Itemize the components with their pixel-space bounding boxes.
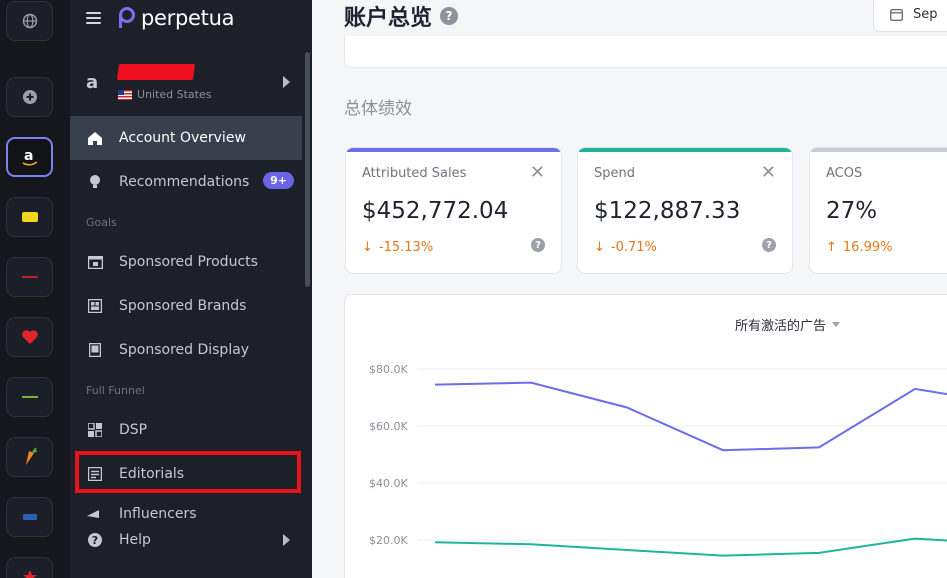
metric-card-attributed-sales[interactable]: Attributed Sales ✕ $452,772.04 ↓ -15.13%… [345, 147, 562, 274]
sidebar-item-label: Help [119, 532, 151, 548]
carrot-icon[interactable] [6, 437, 53, 477]
account-name-redacted [116, 64, 196, 80]
arrow-down-icon: ↓ [594, 240, 605, 255]
app-rail: a [0, 0, 70, 578]
sidebar-item-sponsored-display[interactable]: Sponsored Display [70, 328, 302, 372]
dsp-icon [87, 422, 103, 438]
tag-icon[interactable] [6, 197, 53, 237]
app-green-icon[interactable] [6, 377, 53, 417]
sidebar-item-sponsored-brands[interactable]: Sponsored Brands [70, 284, 302, 328]
main-content: 账户总览 ? Sep 总体绩效 Attributed Sales ✕ $452,… [312, 0, 947, 578]
metric-change: ↓ -15.13% [362, 240, 433, 255]
region-label: United States [137, 88, 212, 101]
influencers-icon [87, 506, 103, 518]
metric-change-value: 16.99% [842, 240, 893, 255]
date-range-button[interactable]: Sep [873, 0, 947, 32]
metric-title: Spend [594, 166, 635, 181]
sidebar-item-label: Sponsored Products [119, 254, 258, 270]
add-icon[interactable] [6, 77, 53, 117]
sidebar-item-recommendations[interactable]: Recommendations 9+ [70, 160, 302, 204]
metric-card-acos[interactable]: ACOS 27% ↑ 16.99% [809, 147, 947, 274]
help-icon[interactable]: ? [440, 7, 459, 25]
close-icon[interactable]: ✕ [530, 164, 545, 182]
chevron-right-icon [283, 534, 290, 546]
sidebar-item-account-overview[interactable]: Account Overview [70, 116, 302, 160]
performance-line-chart: $20.0K $40.0K $60.0K $80.0K [369, 363, 947, 557]
metric-title: ACOS [826, 166, 863, 181]
date-range-label: Sep [913, 6, 938, 22]
sidebar-item-label: Recommendations [119, 174, 250, 190]
close-icon[interactable]: ✕ [761, 164, 776, 182]
series-line-1 [434, 537, 947, 557]
metric-color-bar [346, 148, 561, 152]
metric-change: ↓ -0.71% [594, 240, 657, 255]
logo: perpetua [86, 6, 234, 30]
sidebar-scrollbar[interactable] [305, 52, 310, 287]
y-tick-label: $80.0K [369, 363, 408, 376]
perpetua-logo-icon [119, 7, 135, 28]
globe-icon[interactable] [6, 1, 53, 41]
metric-value: $452,772.04 [362, 198, 509, 224]
help-icon[interactable]: ? [531, 238, 545, 252]
logo-text: perpetua [141, 6, 235, 30]
y-tick-label: $20.0K [369, 534, 408, 547]
home-icon [87, 130, 103, 146]
performance-chart-card: 所有激活的广告 $20.0K $40.0K $60.0K $80.0K [344, 294, 947, 578]
svg-text:a: a [24, 148, 33, 164]
amazon-logo-icon: a [86, 72, 99, 93]
section-label-full-funnel: Full Funnel [86, 384, 145, 397]
sidebar-item-label: Sponsored Brands [119, 298, 247, 314]
sidebar-item-sponsored-products[interactable]: Sponsored Products [70, 240, 302, 284]
amazon-icon[interactable]: a [6, 137, 53, 177]
series-line-0 [434, 381, 947, 452]
lightbulb-icon [87, 174, 103, 190]
sidebar-item-label: Account Overview [119, 130, 246, 146]
metric-card-spend[interactable]: Spend ✕ $122,887.33 ↓ -0.71% ? [577, 147, 793, 274]
arrow-up-icon: ↑ [826, 240, 837, 255]
app-red-icon[interactable] [6, 257, 53, 297]
sidebar-item-label: Sponsored Display [119, 342, 250, 358]
sponsored-display-icon [87, 342, 103, 358]
sidebar-item-label: Influencers [119, 506, 197, 518]
page-title-text: 账户总览 [344, 6, 433, 31]
y-tick-label: $40.0K [369, 477, 408, 490]
section-label-goals: Goals [86, 216, 117, 229]
help-icon[interactable]: ? [762, 238, 776, 252]
chevron-right-icon [283, 76, 290, 88]
star-icon[interactable] [6, 557, 53, 578]
sidebar: perpetua a United States Account Overvie… [70, 0, 312, 578]
us-flag-icon [118, 89, 132, 100]
y-tick-label: $60.0K [369, 420, 408, 433]
account-region: United States [118, 88, 212, 101]
summary-card [344, 36, 947, 68]
svg-text:?: ? [92, 534, 98, 547]
metric-change-value: -15.13% [378, 240, 434, 255]
metric-change-value: -0.71% [610, 240, 657, 255]
metric-color-bar [578, 148, 792, 152]
sidebar-item-dsp[interactable]: DSP [70, 408, 302, 452]
arrow-down-icon: ↓ [362, 240, 373, 255]
help-icon: ? [87, 532, 103, 548]
heart-icon[interactable] [6, 317, 53, 357]
metric-value: $122,887.33 [594, 198, 741, 224]
app-blue-icon[interactable] [6, 497, 53, 537]
calendar-icon [890, 8, 903, 21]
metric-title: Attributed Sales [362, 166, 467, 181]
metric-change: ↑ 16.99% [826, 240, 892, 255]
highlight-annotation-box [75, 451, 301, 493]
sidebar-item-help[interactable]: ? Help [70, 518, 302, 562]
page-title: 账户总览 ? [344, 0, 459, 32]
menu-icon[interactable] [86, 12, 101, 24]
metric-color-bar [810, 148, 947, 152]
sidebar-item-influencers[interactable]: Influencers [70, 506, 302, 518]
sponsored-products-icon [87, 254, 103, 270]
sponsored-brands-icon [87, 298, 103, 314]
sidebar-item-label: DSP [119, 422, 148, 438]
section-title: 总体绩效 [344, 99, 412, 119]
recommendations-badge: 9+ [263, 172, 294, 189]
account-switcher[interactable]: a United States [86, 62, 298, 106]
metric-value: 27% [826, 198, 878, 224]
